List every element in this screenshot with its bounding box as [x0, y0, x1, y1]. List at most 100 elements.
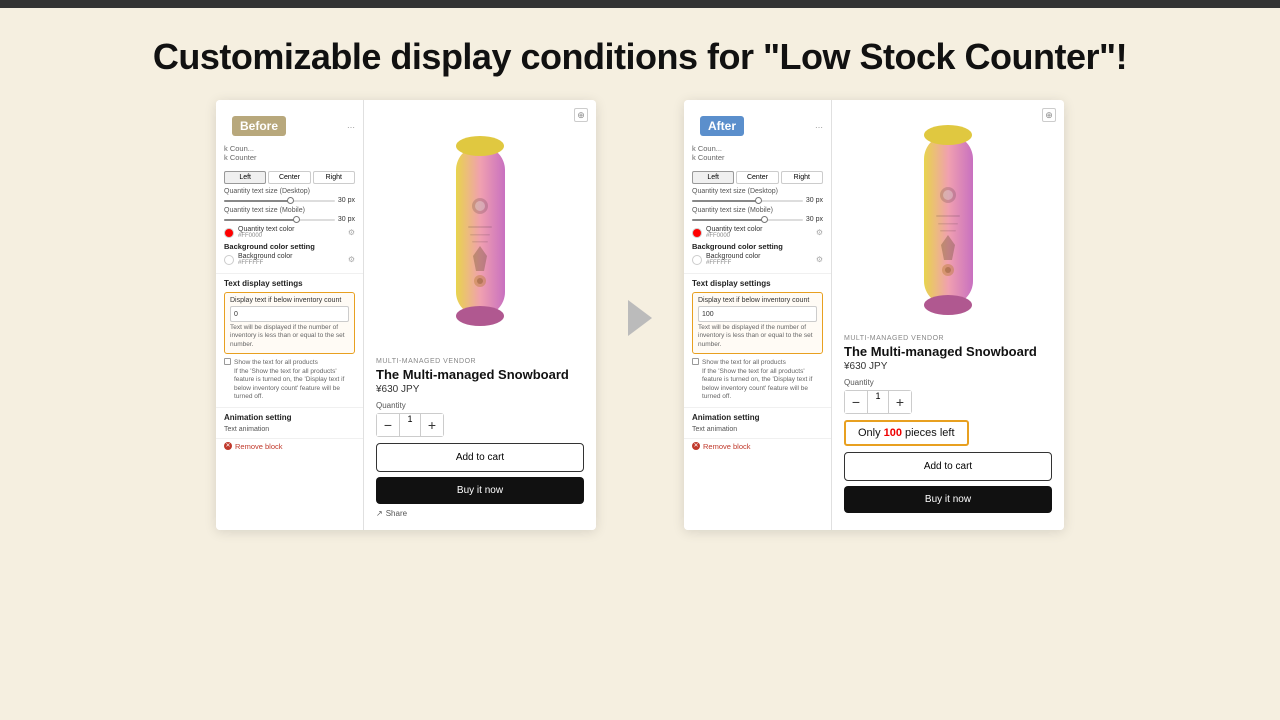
after-desktop-value: 30 px [806, 197, 823, 204]
after-align-section: Left Center Right Quantity text size (De… [684, 166, 831, 274]
before-mobile-label: Quantity text size (Mobile) [224, 207, 355, 214]
content-area: Before ⋯ k Coun... k Counter Left Center… [0, 100, 1280, 530]
after-remove-block[interactable]: ✕ Remove block [684, 439, 831, 454]
after-desktop-slider-row: Quantity text size (Desktop) 30 px [692, 188, 823, 204]
before-bg-circle[interactable] [224, 255, 234, 265]
before-qty-controls: − 1 + [376, 413, 444, 437]
before-checkbox-row: Show the text for all products If the 'S… [224, 357, 355, 401]
before-bg-section-title: Background color setting [224, 242, 355, 251]
before-inventory-input[interactable] [230, 306, 349, 322]
after-panel-header-title: k Coun... k Counter [684, 144, 831, 166]
after-qty-value: 1 [867, 391, 889, 413]
before-product-price: ¥630 JPY [376, 384, 584, 395]
after-qty-plus[interactable]: + [889, 391, 911, 413]
after-text-display-section: Text display settings Display text if be… [684, 274, 831, 408]
after-badge: After [700, 116, 744, 136]
before-share-icon: ↗ [376, 509, 383, 518]
before-checkbox[interactable] [224, 358, 231, 365]
low-stock-suffix: pieces left [905, 427, 955, 439]
after-checkbox-row: Show the text for all products If the 'S… [692, 357, 823, 401]
before-snowboard-svg [448, 126, 513, 336]
before-align-center[interactable]: Center [268, 171, 310, 184]
low-stock-number: 100 [884, 427, 902, 439]
before-remove-icon: ✕ [224, 442, 232, 450]
before-qty-plus[interactable]: + [421, 414, 443, 436]
before-desktop-label: Quantity text size (Desktop) [224, 188, 355, 195]
before-add-to-cart[interactable]: Add to cart [376, 443, 584, 472]
before-share[interactable]: ↗ Share [376, 509, 584, 518]
before-qty-value: 1 [399, 414, 421, 436]
after-panel-menu-icon[interactable]: ⋯ [815, 123, 823, 132]
before-checkbox-text: Show the text for all products If the 'S… [234, 359, 355, 401]
before-align-buttons: Left Center Right [224, 171, 355, 184]
arrow-container [628, 100, 652, 336]
before-mobile-track[interactable] [224, 219, 335, 221]
after-mobile-value: 30 px [806, 216, 823, 223]
before-color-gear[interactable]: ⚙ [348, 228, 355, 237]
after-inventory-input[interactable] [698, 306, 817, 322]
before-mobile-slider-row: Quantity text size (Mobile) 30 px [224, 207, 355, 223]
after-highlight-box: Display text if below inventory count Te… [692, 292, 823, 354]
after-bg-color-label: Background color [706, 253, 760, 260]
after-buy-now[interactable]: Buy it now [844, 486, 1052, 513]
after-color-circle[interactable] [692, 228, 702, 238]
before-desktop-value: 30 px [338, 197, 355, 204]
after-product-price: ¥630 JPY [844, 361, 1052, 372]
after-product-name: The Multi-managed Snowboard [844, 344, 1052, 359]
after-align-left[interactable]: Left [692, 171, 734, 184]
after-add-to-cart[interactable]: Add to cart [844, 452, 1052, 481]
after-mobile-track[interactable] [692, 219, 803, 221]
before-product-panel: ⊕ [364, 100, 596, 530]
before-settings-sidebar: Before ⋯ k Coun... k Counter Left Center… [216, 100, 364, 530]
after-bg-gear[interactable]: ⚙ [816, 255, 823, 264]
after-helper-text: Text will be displayed if the number of … [698, 324, 817, 349]
before-bg-color-label: Background color [238, 253, 292, 260]
after-remove-label: Remove block [703, 442, 751, 451]
after-color-gear[interactable]: ⚙ [816, 228, 823, 237]
after-animation-label: Text animation [692, 426, 823, 433]
after-color-hex: #FF0000 [706, 233, 762, 239]
after-checkbox[interactable] [692, 358, 699, 365]
before-share-label: Share [386, 509, 407, 518]
after-text-section-title: Text display settings [692, 279, 823, 288]
before-panel-menu-icon[interactable]: ⋯ [347, 123, 355, 132]
after-remove-icon: ✕ [692, 442, 700, 450]
before-qty-minus[interactable]: − [377, 414, 399, 436]
before-buy-now[interactable]: Buy it now [376, 477, 584, 504]
after-panel: After ⋯ k Coun... k Counter Left Center … [684, 100, 1064, 530]
after-align-right[interactable]: Right [781, 171, 823, 184]
before-badge: Before [232, 116, 286, 136]
before-color-circle[interactable] [224, 228, 234, 238]
before-desktop-track[interactable] [224, 200, 335, 202]
direction-arrow [628, 300, 652, 336]
before-product-image [376, 112, 584, 350]
after-animation-title: Animation setting [692, 413, 823, 422]
after-align-buttons: Left Center Right [692, 171, 823, 184]
before-bg-hex: #FFFFFF [238, 260, 292, 266]
after-product-info: MULTI-MANAGED VENDOR The Multi-managed S… [844, 335, 1052, 518]
after-snowboard-svg [916, 115, 981, 325]
after-qty-label: Quantity [844, 378, 1052, 387]
before-align-left[interactable]: Left [224, 171, 266, 184]
before-color-hex: #FF0000 [238, 233, 294, 239]
before-panel-header-title: k Coun... k Counter [216, 144, 363, 166]
before-bg-color-row: Background color #FFFFFF ⚙ [224, 253, 355, 266]
before-product-info: MULTI-MANAGED VENDOR The Multi-managed S… [376, 358, 584, 518]
after-align-center[interactable]: Center [736, 171, 778, 184]
before-align-right[interactable]: Right [313, 171, 355, 184]
after-qty-minus[interactable]: − [845, 391, 867, 413]
after-display-label: Display text if below inventory count [698, 297, 817, 304]
after-settings-sidebar: After ⋯ k Coun... k Counter Left Center … [684, 100, 832, 530]
before-highlight-box: Display text if below inventory count Te… [224, 292, 355, 354]
before-color-row: Quantity text color #FF0000 ⚙ [224, 226, 355, 239]
after-bg-section-title: Background color setting [692, 242, 823, 251]
before-remove-block[interactable]: ✕ Remove block [216, 439, 363, 454]
after-bg-circle[interactable] [692, 255, 702, 265]
after-mobile-slider-row: Quantity text size (Mobile) 30 px [692, 207, 823, 223]
before-product-name: The Multi-managed Snowboard [376, 367, 584, 382]
before-bg-gear[interactable]: ⚙ [348, 255, 355, 264]
after-desktop-track[interactable] [692, 200, 803, 202]
low-stock-badge: Only 100 pieces left [844, 420, 969, 446]
after-bg-color-row: Background color #FFFFFF ⚙ [692, 253, 823, 266]
before-animation-label: Text animation [224, 426, 355, 433]
